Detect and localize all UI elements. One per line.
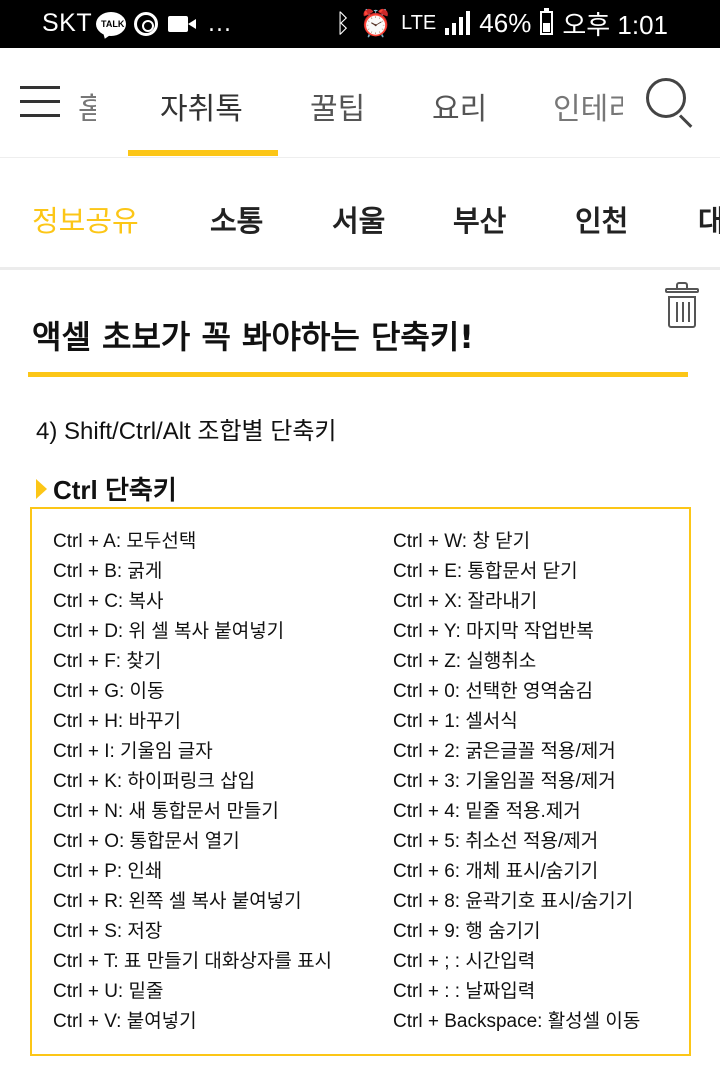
battery-percent: 46% (479, 7, 532, 38)
shortcut-item: Ctrl + H: 바꾸기 (53, 711, 181, 732)
shortcut-item: Ctrl + N: 새 통합문서 만들기 (53, 801, 279, 822)
article-title: 액셀 초보가 꼭 봐야하는 단축키! (32, 318, 474, 356)
category-seoul[interactable]: 서울 (332, 198, 385, 240)
shortcut-item: Ctrl + D: 위 셀 복사 붙여넣기 (53, 621, 285, 642)
shortcut-item: Ctrl + Backspace: 활성셀 이동 (393, 1011, 641, 1032)
clock: 오후 1:01 (562, 9, 668, 40)
shortcut-item: Ctrl + S: 저장 (53, 921, 163, 942)
shortcut-item: Ctrl + ; : 시간입력 (393, 951, 536, 972)
title-divider (28, 372, 688, 377)
talk-icon: TALK (96, 12, 126, 36)
signal-icon (445, 11, 471, 35)
tab-cooking[interactable]: 요리 (432, 84, 487, 128)
shortcut-item: Ctrl + 8: 윤곽기호 표시/숨기기 (393, 891, 634, 912)
shortcut-item: Ctrl + V: 붙여넣기 (53, 1011, 197, 1032)
more-notifications: ... (208, 11, 232, 37)
tab-home[interactable]: 홈 (78, 84, 96, 128)
category-busan[interactable]: 부산 (453, 198, 506, 240)
shortcut-item: Ctrl + G: 이동 (53, 681, 165, 702)
triangle-bullet-icon (36, 478, 47, 499)
hamburger-icon[interactable] (20, 86, 60, 118)
shortcut-item: Ctrl + 2: 굵은글꼴 적용/제거 (393, 741, 616, 762)
shortcut-item: Ctrl + E: 통합문서 닫기 (393, 561, 578, 582)
bluetooth-icon: ᛒ (335, 7, 351, 38)
shortcut-item: Ctrl + 3: 기울임꼴 적용/제거 (393, 771, 616, 792)
shortcut-item: Ctrl + T: 표 만들기 대화상자를 표시 (53, 951, 333, 972)
shortcut-item: Ctrl + O: 통합문서 열기 (53, 831, 240, 852)
shortcut-item: Ctrl + Z: 실행취소 (393, 651, 537, 672)
shortcut-item: Ctrl + 5: 취소선 적용/제거 (393, 831, 599, 852)
category-communication[interactable]: 소통 (210, 198, 263, 240)
shortcut-column-right: Ctrl + W: 창 닫기 Ctrl + E: 통합문서 닫기 Ctrl + … (393, 527, 640, 1037)
shortcut-item: Ctrl + F: 찾기 (53, 651, 162, 672)
lte-label: LTE (401, 11, 437, 34)
shortcut-item: Ctrl + 0: 선택한 영역숨김 (393, 681, 593, 702)
shortcut-item: Ctrl + Y: 마지막 작업반복 (393, 621, 594, 642)
tab-jachwitok[interactable]: 자취톡 (160, 84, 243, 128)
shortcut-item: Ctrl + 4: 밑줄 적용.제거 (393, 801, 581, 822)
status-bar: SKT TALK ... ᛒ ⏰ LTE 46% 오후 1:01 (0, 0, 720, 48)
alarm-icon: ⏰ (359, 7, 393, 38)
shortcut-item: Ctrl + A: 모두선택 (53, 531, 197, 552)
shortcut-item: Ctrl + C: 복사 (53, 591, 164, 612)
shortcut-item: Ctrl + : : 날짜입력 (393, 981, 536, 1002)
shortcut-item: Ctrl + I: 기울임 글자 (53, 741, 213, 762)
shortcut-item: Ctrl + R: 왼쪽 셀 복사 붙여넣기 (53, 891, 302, 912)
notification-icons: TALK ... (96, 10, 232, 38)
shortcut-item: Ctrl + P: 인쇄 (53, 861, 163, 882)
sub-heading: Ctrl 단축키 (36, 470, 177, 507)
category-info-share[interactable]: 정보공유 (32, 198, 139, 240)
tab-interior[interactable]: 인테리어 (553, 84, 623, 128)
shortcut-item: Ctrl + B: 굵게 (53, 561, 163, 582)
shortcut-item: Ctrl + W: 창 닫기 (393, 531, 531, 552)
shortcut-item: Ctrl + 6: 개체 표시/숨기기 (393, 861, 599, 882)
ring-icon (134, 12, 158, 36)
category-incheon[interactable]: 인천 (575, 198, 628, 240)
shortcut-item: Ctrl + 1: 셀서식 (393, 711, 518, 732)
carrier-label: SKT (42, 9, 93, 37)
category-bar: 정보공유 소통 서울 부산 인천 대구 (0, 158, 720, 270)
shortcut-item: Ctrl + X: 잘라내기 (393, 591, 538, 612)
search-icon[interactable] (646, 78, 694, 128)
section-heading: 4) Shift/Ctrl/Alt 조합별 단축키 (36, 418, 337, 445)
shortcut-table: Ctrl + A: 모두선택 Ctrl + B: 굵게 Ctrl + C: 복사… (30, 507, 691, 1056)
shortcut-item: Ctrl + K: 하이퍼링크 삽입 (53, 771, 256, 792)
system-icons: ᛒ ⏰ LTE 46% 오후 1:01 (335, 6, 668, 40)
shortcut-item: Ctrl + U: 밑줄 (53, 981, 164, 1002)
shortcut-item: Ctrl + 9: 행 숨기기 (393, 921, 541, 942)
trash-icon[interactable] (665, 282, 699, 328)
camera-icon (168, 16, 196, 32)
battery-icon (540, 8, 554, 35)
category-daegu[interactable]: 대구 (698, 198, 720, 240)
top-tab-bar: 홈 자취톡 꿀팁 요리 인테리어 (0, 48, 720, 158)
tab-tips[interactable]: 꿀팁 (310, 84, 365, 128)
sub-heading-label: Ctrl 단축키 (53, 475, 177, 505)
active-tab-indicator (128, 150, 278, 156)
shortcut-column-left: Ctrl + A: 모두선택 Ctrl + B: 굵게 Ctrl + C: 복사… (53, 527, 332, 1037)
